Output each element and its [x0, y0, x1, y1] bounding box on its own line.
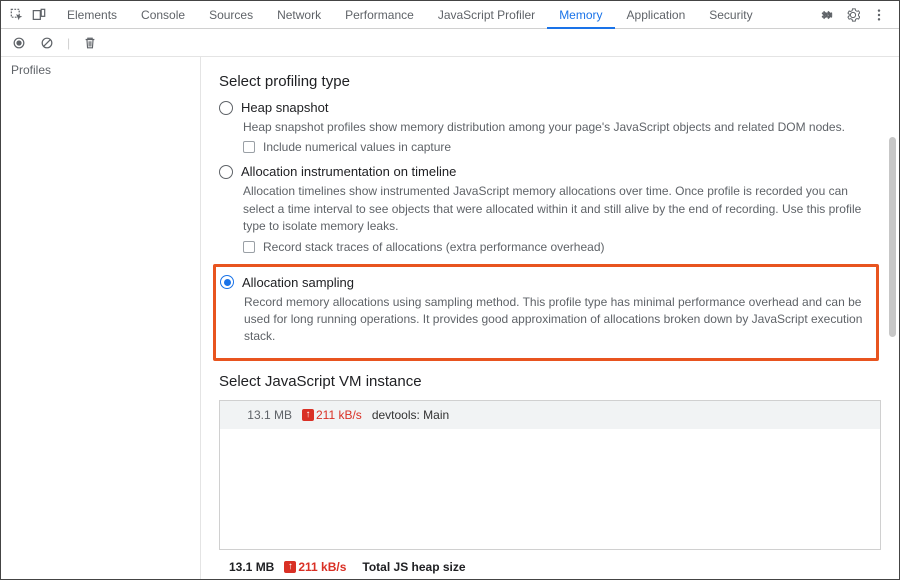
- tab-javascript-profiler[interactable]: JavaScript Profiler: [426, 1, 547, 29]
- panel-tabbar: Elements Console Sources Network Perform…: [1, 1, 899, 29]
- tabbar-left-icons: [5, 7, 55, 23]
- inspect-element-icon[interactable]: [9, 7, 25, 23]
- vm-rate-value: 211 kB/s: [316, 408, 362, 422]
- checkbox-record-stack[interactable]: [243, 241, 255, 253]
- footer-rate: ↑ 211 kB/s: [284, 560, 346, 574]
- scrollbar-thumb[interactable]: [889, 137, 896, 337]
- option-heap-snapshot: Heap snapshot Heap snapshot profiles sho…: [219, 100, 881, 154]
- kebab-menu-icon[interactable]: [871, 7, 887, 23]
- subopt-label[interactable]: Include numerical values in capture: [263, 140, 451, 154]
- record-icon[interactable]: [11, 35, 27, 51]
- option-label[interactable]: Allocation sampling: [242, 275, 354, 290]
- clear-icon[interactable]: [39, 35, 55, 51]
- panel-body: Profiles Select profiling type Heap snap…: [1, 57, 899, 579]
- option-desc: Allocation timelines show instrumented J…: [243, 183, 881, 235]
- footer-rate-value: 211 kB/s: [298, 560, 346, 574]
- device-toolbar-icon[interactable]: [31, 7, 47, 23]
- delete-icon[interactable]: [82, 35, 98, 51]
- tab-console[interactable]: Console: [129, 1, 197, 29]
- footer-label: Total JS heap size: [362, 560, 465, 574]
- subopt-label[interactable]: Record stack traces of allocations (extr…: [263, 240, 605, 254]
- vm-instance-row[interactable]: 13.1 MB ↑ 211 kB/s devtools: Main: [220, 401, 880, 429]
- radio-allocation-sampling[interactable]: [220, 275, 234, 289]
- sidebar-title: Profiles: [11, 63, 190, 77]
- tab-elements[interactable]: Elements: [55, 1, 129, 29]
- devtools-window: Elements Console Sources Network Perform…: [0, 0, 900, 580]
- profiling-type-heading: Select profiling type: [219, 73, 881, 90]
- footer-mem: 13.1 MB: [229, 560, 274, 574]
- vm-instance-heading: Select JavaScript VM instance: [219, 373, 881, 390]
- option-label[interactable]: Heap snapshot: [241, 100, 328, 115]
- tab-application[interactable]: Application: [615, 1, 698, 29]
- arrow-up-icon: ↑: [302, 409, 314, 421]
- vm-name: devtools: Main: [372, 408, 449, 422]
- tab-security[interactable]: Security: [697, 1, 764, 29]
- checkbox-include-numerical[interactable]: [243, 141, 255, 153]
- vm-rate: ↑ 211 kB/s: [302, 408, 362, 422]
- tab-sources[interactable]: Sources: [197, 1, 265, 29]
- tab-performance[interactable]: Performance: [333, 1, 426, 29]
- more-tabs-icon[interactable]: [819, 7, 835, 23]
- arrow-up-icon: ↑: [284, 561, 296, 573]
- option-allocation-timeline: Allocation instrumentation on timeline A…: [219, 164, 881, 253]
- settings-gear-icon[interactable]: [845, 7, 861, 23]
- profiles-sidebar: Profiles: [1, 57, 201, 579]
- option-label[interactable]: Allocation instrumentation on timeline: [241, 164, 456, 179]
- option-desc: Heap snapshot profiles show memory distr…: [243, 119, 881, 136]
- heap-summary-row: 13.1 MB ↑ 211 kB/s Total JS heap size: [229, 560, 881, 574]
- option-desc: Record memory allocations using sampling…: [244, 294, 868, 346]
- main-content[interactable]: Select profiling type Heap snapshot Heap…: [201, 57, 899, 579]
- memory-toolbar: |: [1, 29, 899, 57]
- tab-memory[interactable]: Memory: [547, 1, 614, 29]
- vm-mem: 13.1 MB: [230, 408, 292, 422]
- radio-heap-snapshot[interactable]: [219, 101, 233, 115]
- radio-allocation-timeline[interactable]: [219, 165, 233, 179]
- vm-instance-list: 13.1 MB ↑ 211 kB/s devtools: Main: [219, 400, 881, 550]
- option-allocation-sampling: Allocation sampling Record memory alloca…: [213, 264, 879, 361]
- tab-network[interactable]: Network: [265, 1, 333, 29]
